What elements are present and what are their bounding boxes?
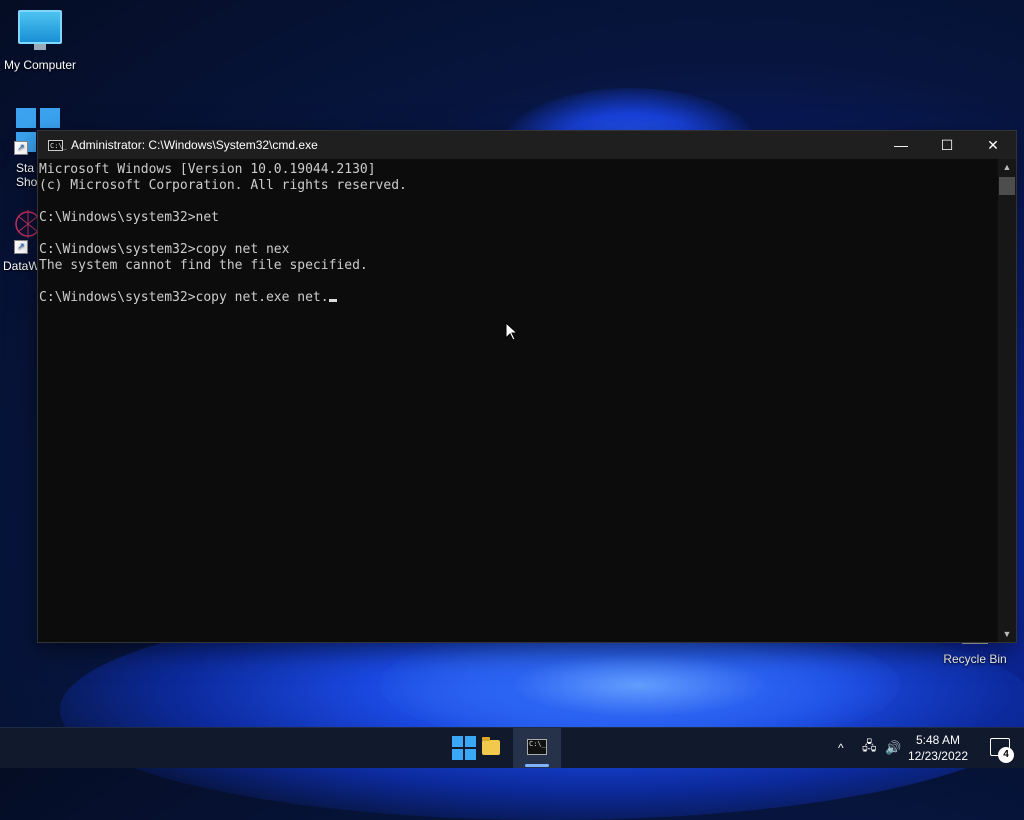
scroll-down-arrow-icon[interactable]: ▼ [998, 626, 1016, 642]
scrollbar-thumb[interactable] [999, 177, 1015, 195]
clock-date: 12/23/2022 [907, 749, 968, 763]
file-explorer-icon[interactable] [482, 737, 500, 755]
console-line: Microsoft Windows [Version 10.0.19044.21… [39, 162, 376, 177]
tray-chevron-icon[interactable]: ^ [838, 728, 844, 768]
minimize-button[interactable]: — [878, 131, 924, 159]
text-cursor [328, 299, 337, 302]
desktop-icon-start-shortcut[interactable]: ↗ Sta Shor [0, 108, 60, 189]
console-line: C:\Windows\system32>copy net.exe net. [39, 290, 999, 306]
cmd-window[interactable]: C:\_ Administrator: C:\Windows\System32\… [38, 131, 1016, 642]
desktop-icon-my-computer[interactable]: My Computer [0, 10, 80, 72]
computer-icon [18, 10, 62, 50]
taskbar-cmd-button[interactable]: C:\_ [513, 728, 561, 768]
window-title: Administrator: C:\Windows\System32\cmd.e… [71, 138, 318, 152]
desktop-icon-recycle-bin[interactable]: Recycle Bin [935, 640, 1015, 666]
start-button[interactable] [452, 736, 476, 760]
shortcut-arrow-icon: ↗ [14, 240, 28, 254]
cmd-icon: C:\_ [48, 139, 67, 151]
console-line: C:\Windows\system32>copy net nex [39, 242, 290, 257]
volume-icon[interactable]: 🔊 [885, 728, 901, 768]
clock[interactable]: 5:48 AM 12/23/2022 [908, 732, 968, 764]
desktop-icon-label: DataW [3, 259, 40, 273]
close-button[interactable]: ✕ [970, 131, 1016, 159]
mouse-pointer-icon [505, 322, 519, 341]
console-line: The system cannot find the file specifie… [39, 258, 368, 273]
taskbar: C:\_ ^ 🖧 🔊 5:48 AM 12/23/2022 4 [0, 727, 1024, 768]
network-icon[interactable]: 🖧 [862, 728, 877, 768]
maximize-button[interactable]: ☐ [924, 131, 970, 159]
cmd-icon: C:\_ [527, 739, 547, 755]
window-titlebar[interactable]: C:\_ Administrator: C:\Windows\System32\… [38, 131, 1016, 159]
desktop-icon-label: Recycle Bin [943, 652, 1007, 666]
console-line: C:\Windows\system32>net [39, 210, 220, 225]
desktop-icon-label: My Computer [3, 58, 77, 72]
vertical-scrollbar[interactable]: ▲ ▼ [998, 159, 1016, 642]
clock-time: 5:48 AM [915, 733, 960, 747]
active-indicator [525, 764, 549, 767]
scroll-up-arrow-icon[interactable]: ▲ [998, 159, 1016, 175]
console-output[interactable]: Microsoft Windows [Version 10.0.19044.21… [38, 162, 999, 642]
console-line: (c) Microsoft Corporation. All rights re… [39, 178, 407, 193]
shortcut-arrow-icon: ↗ [14, 141, 28, 155]
notification-count-badge: 4 [998, 747, 1014, 763]
